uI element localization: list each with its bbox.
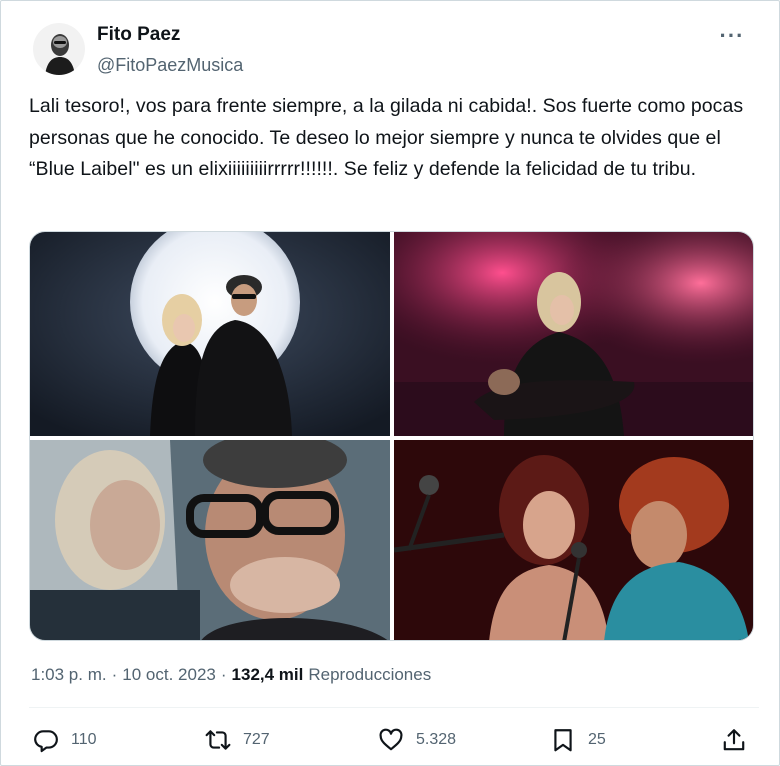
photo-4[interactable] (394, 440, 753, 640)
avatar[interactable] (33, 23, 85, 75)
action-bar: 110 727 5.328 25 (29, 723, 759, 757)
heart-icon (378, 727, 404, 753)
more-horizontal-icon: ··· (719, 23, 745, 48)
tweet-card[interactable]: Fito Paez @FitoPaezMusica ··· Lali tesor… (0, 0, 780, 766)
bookmark-count: 25 (588, 731, 606, 748)
bookmark-button[interactable]: 25 (550, 723, 606, 757)
reply-count: 110 (71, 731, 97, 748)
meta-separator: · (111, 665, 118, 684)
retweet-count: 727 (243, 731, 270, 748)
tweet-meta: 1:03 p. m. · 10 oct. 2023 · 132,4 mil Re… (31, 663, 431, 687)
reply-icon (33, 727, 59, 753)
reply-button[interactable]: 110 (33, 723, 97, 757)
like-count: 5.328 (416, 731, 457, 748)
share-icon (721, 727, 747, 753)
retweet-button[interactable]: 727 (205, 723, 270, 757)
media-grid (29, 231, 754, 641)
bookmark-icon (550, 727, 576, 753)
like-button[interactable]: 5.328 (378, 723, 456, 757)
author-names: Fito Paez @FitoPaezMusica (97, 23, 243, 77)
share-button[interactable] (721, 723, 747, 757)
photo-1[interactable] (30, 232, 390, 436)
photo-2[interactable] (394, 232, 753, 436)
tweet-date[interactable]: 10 oct. 2023 (122, 663, 216, 687)
photo-3[interactable] (30, 440, 390, 640)
tweet-text: Lali tesoro!, vos para frente siempre, a… (29, 95, 744, 180)
retweet-icon (205, 727, 231, 753)
divider (29, 707, 759, 708)
tweet-time[interactable]: 1:03 p. m. (31, 663, 107, 687)
display-name[interactable]: Fito Paez (97, 23, 243, 47)
tweet-header: Fito Paez @FitoPaezMusica ··· (33, 19, 759, 79)
views-count: 132,4 mil (231, 665, 304, 684)
views-label: Reproducciones (308, 665, 432, 684)
meta-separator: · (220, 665, 227, 684)
user-handle[interactable]: @FitoPaezMusica (97, 53, 243, 77)
more-options-button[interactable]: ··· (717, 21, 747, 51)
